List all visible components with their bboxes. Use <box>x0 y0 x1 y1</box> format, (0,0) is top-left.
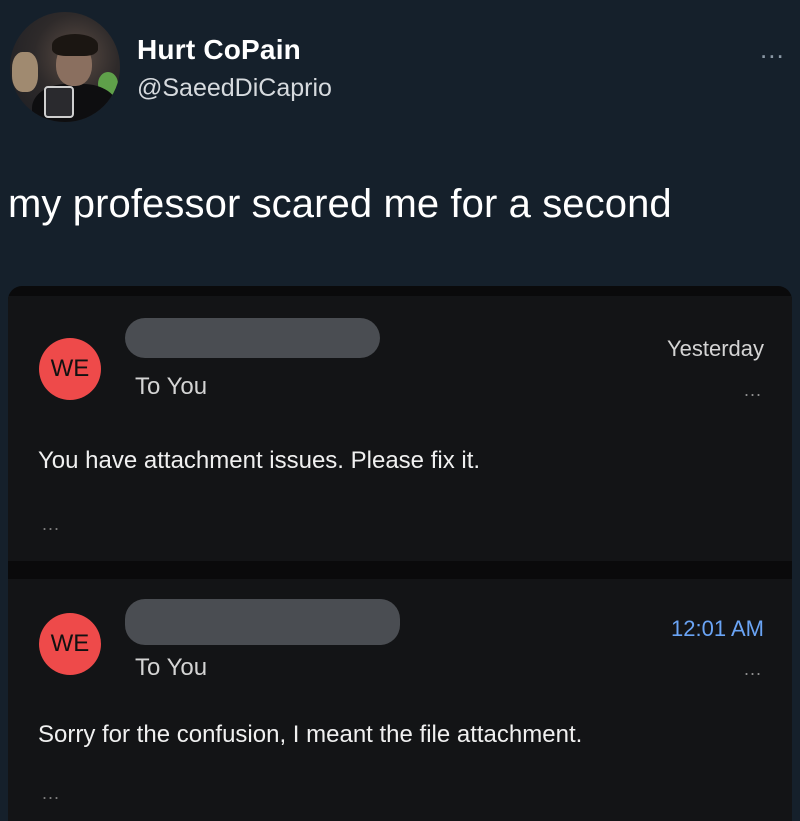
email-item[interactable]: WE To You 12:01 AM ... Sorry for the con… <box>8 579 792 821</box>
email-item[interactable]: WE To You Yesterday ... You have attachm… <box>8 296 792 561</box>
profile-avatar[interactable] <box>10 12 120 122</box>
sender-avatar: WE <box>39 338 101 400</box>
attached-email-screenshot: WE To You Yesterday ... You have attachm… <box>8 286 792 821</box>
author-handle[interactable]: @SaeedDiCaprio <box>137 74 332 103</box>
recipient-label: To You <box>135 654 208 681</box>
sender-name-redacted <box>125 599 400 645</box>
sender-avatar: WE <box>39 613 101 675</box>
email-timestamp: 12:01 AM <box>671 616 764 641</box>
author-display-name[interactable]: Hurt CoPain <box>137 34 301 66</box>
avatar-phone <box>44 86 74 118</box>
email-body: Sorry for the confusion, I meant the fil… <box>38 721 583 748</box>
email-more-icon[interactable]: ... <box>744 659 762 680</box>
email-timestamp: Yesterday <box>666 336 764 361</box>
email-body-more-icon[interactable]: ... <box>42 783 60 804</box>
sender-name-redacted <box>125 318 380 358</box>
email-body-more-icon[interactable]: ... <box>42 514 60 535</box>
more-options-icon[interactable]: ... <box>760 34 785 65</box>
email-more-icon[interactable]: ... <box>744 380 762 401</box>
tweet-text: my professor scared me for a second <box>8 182 672 226</box>
email-body: You have attachment issues. Please fix i… <box>38 447 481 474</box>
avatar-background-person <box>12 52 38 92</box>
avatar-hair <box>52 34 98 56</box>
recipient-label: To You <box>135 373 208 400</box>
